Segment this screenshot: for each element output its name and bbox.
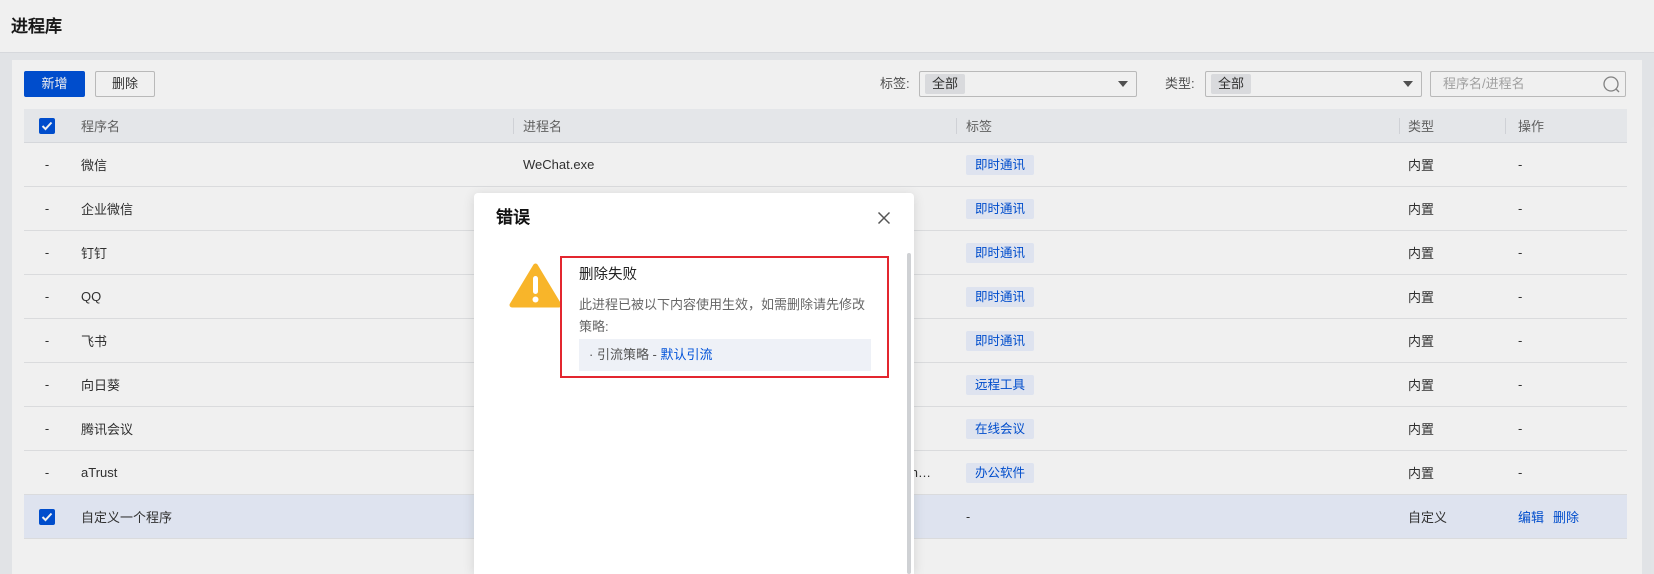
- warning-icon: [509, 263, 562, 308]
- dialog-title: 错误: [496, 208, 530, 227]
- error-message: 此进程已被以下内容使用生效，如需删除请先修改策略:: [579, 297, 866, 334]
- reference-prefix: · 引流策略 -: [589, 347, 661, 362]
- error-highlight-box: 删除失败 此进程已被以下内容使用生效，如需删除请先修改策略: · 引流策略 - …: [560, 256, 889, 378]
- error-heading: 删除失败: [579, 267, 637, 283]
- dialog-scrollbar[interactable]: [907, 253, 911, 574]
- error-dialog: 错误 删除失败 此进程已被以下内容使用生效，如需删除请先修改策略: · 引流策略…: [474, 193, 914, 574]
- close-icon[interactable]: [877, 211, 891, 225]
- policy-link[interactable]: 默认引流: [661, 347, 713, 362]
- reference-box: · 引流策略 - 默认引流: [579, 339, 871, 371]
